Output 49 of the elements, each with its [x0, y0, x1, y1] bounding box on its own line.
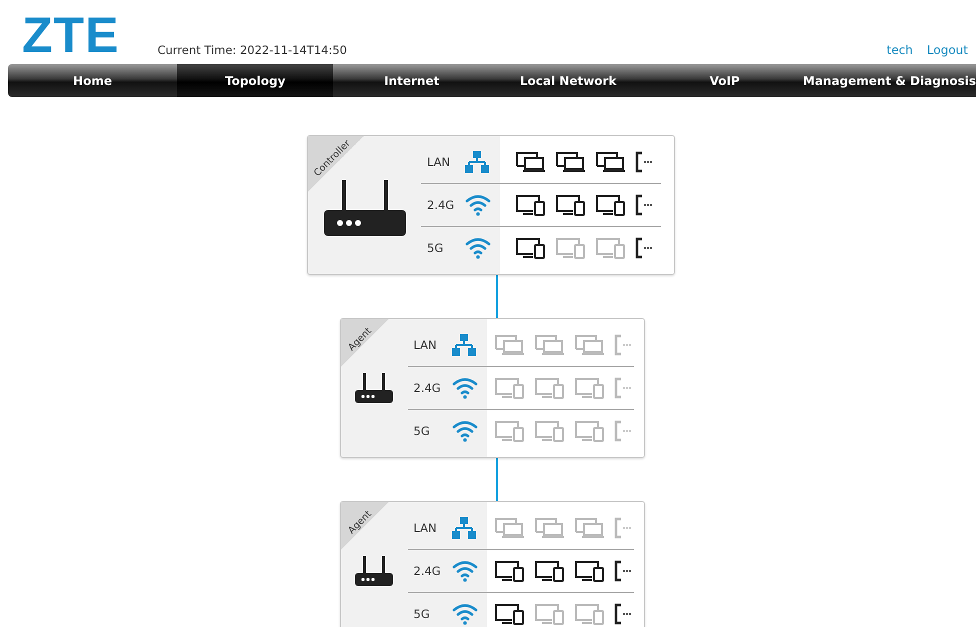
wifi-icon	[465, 194, 491, 216]
nav-tab[interactable]: Local Network	[490, 64, 646, 97]
more-devices-icon[interactable]	[635, 194, 653, 216]
computer-phone-icon[interactable]	[515, 194, 547, 216]
more-devices-icon[interactable]	[614, 560, 632, 582]
wifi-icon	[465, 237, 491, 259]
nav-tab[interactable]: Topology	[177, 64, 334, 97]
current-time: Current Time: 2022-11-14T14:50	[157, 43, 347, 57]
network-icon	[452, 334, 476, 356]
band-label: 5G	[426, 241, 444, 255]
computer-phone-icon[interactable]	[555, 194, 587, 216]
nav-tab[interactable]: Internet	[333, 64, 490, 97]
computer-phone-icon[interactable]	[574, 560, 606, 582]
computer-phone-icon[interactable]	[494, 603, 526, 625]
wifi-icon	[452, 420, 478, 442]
band-label: 5G	[412, 607, 431, 621]
more-devices-icon[interactable]	[635, 151, 653, 173]
nav-tab[interactable]: Management & Diagnosis	[802, 64, 976, 97]
computer-laptop-icon[interactable]	[515, 151, 547, 173]
computer-phone-icon[interactable]	[534, 560, 566, 582]
band-label: 2.4G	[412, 564, 442, 578]
network-icon	[465, 151, 489, 173]
router-icon	[324, 180, 406, 236]
computer-phone-icon[interactable]	[515, 237, 547, 259]
router-icon	[355, 556, 393, 586]
wifi-icon	[452, 603, 478, 625]
connector-line	[496, 458, 498, 501]
router-icon	[355, 373, 393, 403]
connector-line	[496, 275, 498, 318]
computer-laptop-icon[interactable]	[595, 151, 627, 173]
user-link[interactable]: tech	[886, 43, 913, 57]
band-label: LAN	[412, 521, 438, 535]
nav-tab[interactable]: Home	[8, 64, 177, 97]
band-label: 5G	[412, 424, 431, 438]
network-icon	[452, 517, 476, 539]
more-devices-icon[interactable]	[614, 603, 632, 625]
wifi-icon	[452, 560, 478, 582]
logout-link[interactable]: Logout	[926, 43, 968, 57]
band-label: LAN	[426, 155, 452, 169]
nav-tab[interactable]: VoIP	[646, 64, 803, 97]
logo: ZTE	[22, 13, 120, 57]
computer-laptop-icon[interactable]	[555, 151, 587, 173]
computer-phone-icon[interactable]	[595, 194, 627, 216]
more-devices-icon[interactable]	[635, 237, 653, 259]
band-label: 2.4G	[426, 198, 456, 212]
wifi-icon	[452, 377, 478, 399]
band-label: LAN	[412, 338, 438, 352]
band-label: 2.4G	[412, 381, 442, 395]
computer-phone-icon[interactable]	[494, 560, 526, 582]
